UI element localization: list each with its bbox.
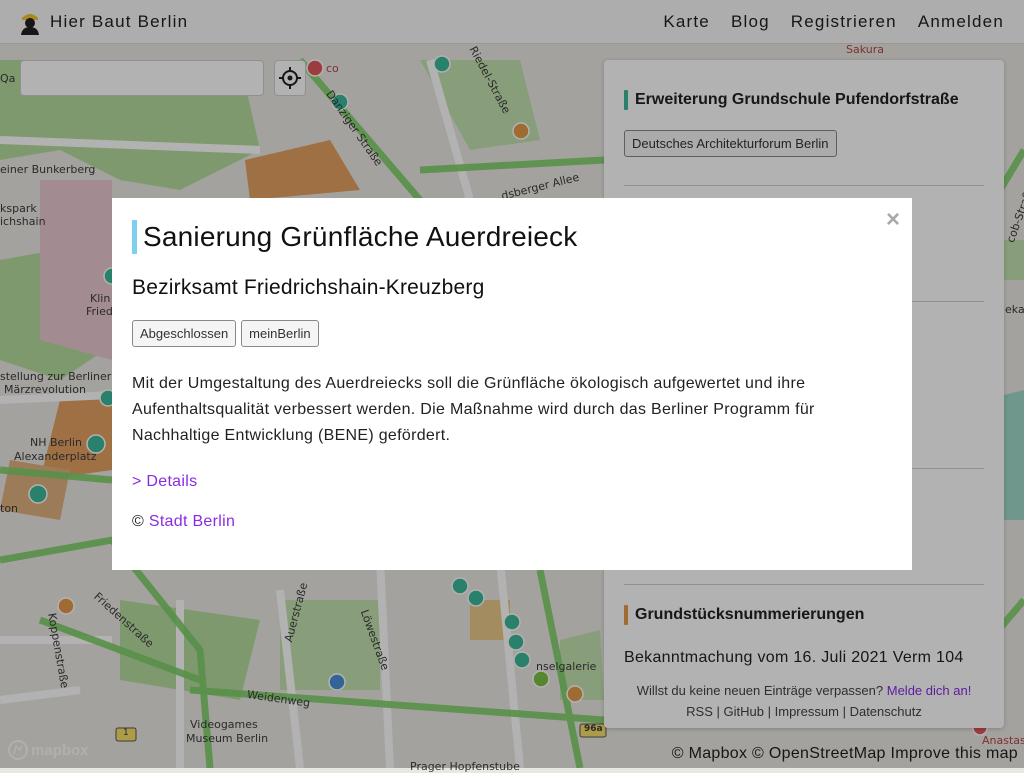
credit-link[interactable]: Stadt Berlin [149, 513, 235, 530]
status-tag[interactable]: Abgeschlossen [132, 320, 237, 347]
modal-color-bar [132, 220, 137, 254]
modal-header: Sanierung Grünfläche Auerdreieck [132, 220, 892, 254]
details-link[interactable]: > Details [132, 473, 892, 491]
source-tag[interactable]: meinBerlin [241, 320, 319, 347]
modal-credit: © Stadt Berlin [132, 513, 892, 531]
modal-subtitle: Bezirksamt Friedrichshain-Kreuzberg [132, 276, 485, 299]
close-icon[interactable]: × [886, 206, 900, 234]
modal-description: Mit der Umgestaltung des Auerdreiecks so… [132, 375, 815, 444]
copyright-symbol: © [132, 513, 145, 530]
modal-title: Sanierung Grünfläche Auerdreieck [143, 221, 578, 252]
entry-detail-modal: × Sanierung Grünfläche Auerdreieck Bezir… [112, 198, 912, 570]
modal-tags: Abgeschlossen meinBerlin [132, 320, 892, 347]
